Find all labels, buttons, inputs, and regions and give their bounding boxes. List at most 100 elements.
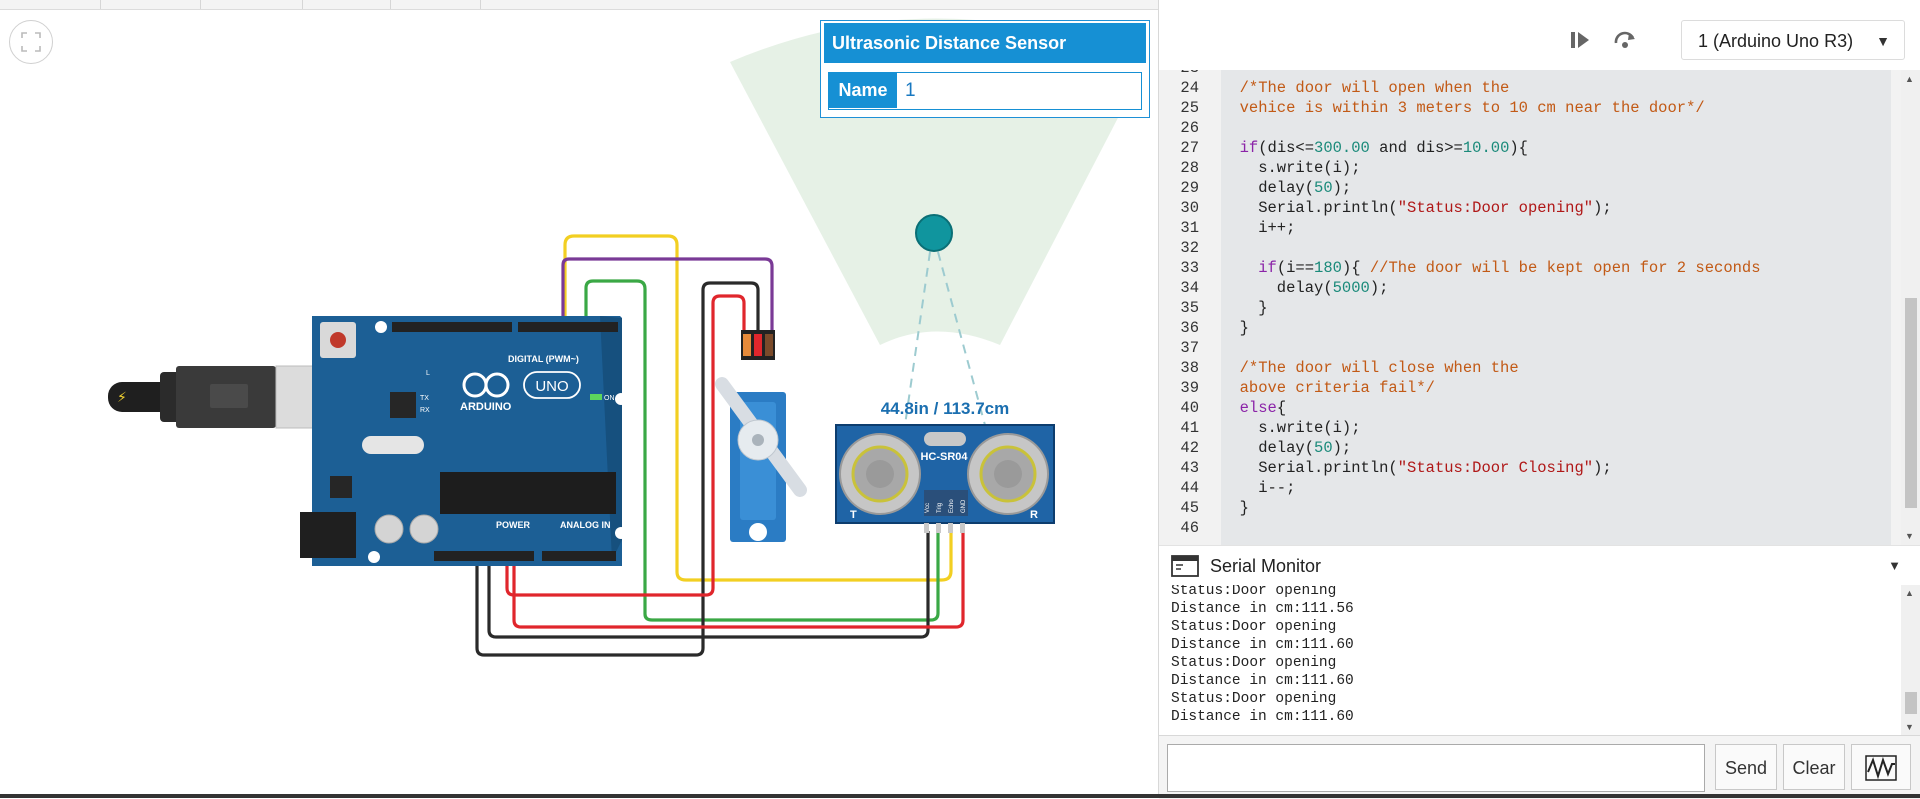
sensor-model-label: HC-SR04 [920,451,968,463]
code-scrollbar[interactable]: ▲ ▼ [1901,70,1920,545]
sensor-pin-trig: Trig [937,503,943,513]
code-line: vehice is within 3 meters to 10 cm near … [1221,98,1705,118]
serial-line: Distance in cm:111.60 [1171,637,1354,653]
code-token: } [1221,299,1268,317]
line-number: 30 [1180,199,1199,217]
l-led-label: L [426,370,430,377]
code-line: else{ [1221,398,1287,418]
collapse-chevron-icon[interactable]: ▼ [1888,546,1901,586]
code-line: Serial.println("Status:Door Closing"); [1221,458,1611,478]
code-token: delay( [1221,439,1315,457]
code-line: i++; [1221,218,1295,238]
code-token: s.write(i); [1221,159,1361,177]
line-number: 34 [1180,279,1199,297]
code-token: 50 [1314,179,1333,197]
line-number: 41 [1180,419,1199,437]
serial-scrollbar-thumb[interactable] [1905,692,1917,714]
code-token: //The door will be kept open for 2 secon… [1369,259,1761,277]
line-number: 45 [1180,499,1199,517]
code-line: } [1221,318,1249,338]
code-token: ); [1593,199,1612,217]
code-token: above criteria fail*/ [1221,379,1435,397]
line-number: 38 [1180,359,1199,377]
code-token: "Status:Door Closing" [1397,459,1594,477]
code-token: ); [1332,439,1352,457]
line-number: 27 [1180,139,1199,157]
code-token: else [1239,399,1277,417]
serial-monitor-header[interactable]: Serial Monitor ▼ [1159,545,1920,586]
code-line: /*The door will open when the [1221,78,1510,98]
servo-motor [715,330,807,542]
scroll-down-arrow[interactable]: ▼ [1905,531,1914,541]
graph-button[interactable] [1851,744,1911,790]
sensor-pin-vcc: Vcc [925,503,931,513]
inspector-name-input[interactable]: 1 [905,73,1141,108]
code-line: delay(5000); [1221,278,1389,298]
code-token: ); [1332,179,1352,197]
code-token: Serial.println( [1221,199,1398,217]
arduino-logo-text: ARDUINO [460,401,512,413]
power-label: POWER [496,520,531,530]
line-number: 43 [1180,459,1199,477]
code-text-area[interactable]: /*The door will open when the vehice is … [1221,70,1891,545]
line-number: 28 [1180,159,1199,177]
line-number: 24 [1180,79,1199,97]
rx-label: RX [420,407,430,414]
serial-input-row: Send Clear [1159,735,1920,799]
device-select-value: 1 (Arduino Uno R3) [1698,31,1854,51]
code-token: /*The door will open when the [1221,79,1510,97]
line-number: 29 [1180,179,1199,197]
code-token: Serial.println( [1221,459,1398,477]
sensor-t-mark: T [850,509,857,521]
code-line: delay(50); [1221,178,1351,198]
serial-scroll-up-arrow[interactable]: ▲ [1905,588,1914,598]
circuit-canvas[interactable]: ⚡ 44.8in / 113.7cm ARDUINO UNO DIGITAL (… [0,0,1158,798]
circuit-diagram: ⚡ 44.8in / 113.7cm ARDUINO UNO DIGITAL (… [108,18,1147,657]
step-over-icon [1571,32,1589,48]
code-line: /*The door will close when the [1221,358,1519,378]
code-token: 300.00 [1314,139,1370,157]
code-token: if [1258,259,1277,277]
inspector-title: Ultrasonic Distance Sensor [824,23,1146,63]
code-scrollbar-thumb[interactable] [1905,298,1917,508]
code-token: { [1276,399,1287,417]
clear-button[interactable]: Clear [1783,744,1845,790]
code-token: 50 [1314,439,1333,457]
svg-text:⚡: ⚡ [117,390,127,406]
device-select[interactable]: 1 (Arduino Uno R3) ▼ [1681,20,1905,60]
line-number-gutter: 2324 25 26 27 28 29 30 31 32 33 34 35 36 37 38 39 40 41 42… [1159,70,1206,545]
serial-line: Distance in cm:111.60 [1171,709,1354,725]
serial-scroll-down-arrow[interactable]: ▼ [1905,722,1914,732]
code-toolbar: 1 (Arduino Uno R3) ▼ [1159,0,1920,70]
restart-button[interactable] [1610,25,1640,55]
code-token: s.write(i); [1221,419,1361,437]
line-number: 36 [1180,319,1199,337]
inspector-name-label: Name [829,73,897,108]
digital-pins-label: DIGITAL (PWM~) [508,354,579,364]
line-number: 42 [1180,439,1199,457]
code-editor[interactable]: 2324 25 26 27 28 29 30 31 32 33 34 35 36 37 38 39 40 41 42… [1159,70,1901,545]
step-over-button[interactable] [1565,25,1595,55]
send-button[interactable]: Send [1715,744,1777,790]
code-line: delay(50); [1221,438,1351,458]
line-number: 33 [1180,259,1199,277]
code-line: } [1221,498,1249,518]
distance-readout: 44.8in / 113.7cm [881,399,1010,418]
line-number: 35 [1180,299,1199,317]
code-line: if(i==180){ //The door will be kept open… [1221,258,1761,278]
line-number: 37 [1180,339,1199,357]
code-token: i--; [1221,479,1296,497]
code-line: i--; [1221,478,1295,498]
graph-icon [1865,755,1897,781]
serial-monitor-icon [1171,555,1199,577]
code-token: (dis<= [1258,139,1315,157]
component-inspector: Ultrasonic Distance Sensor Name 1 [820,20,1150,118]
scroll-up-arrow[interactable]: ▲ [1905,74,1914,84]
serial-input[interactable] [1167,744,1705,792]
serial-scrollbar[interactable]: ▲ ▼ [1901,585,1920,735]
sensor-r-mark: R [1030,509,1038,521]
code-line: if(dis<=300.00 and dis>=10.00){ [1221,138,1528,158]
